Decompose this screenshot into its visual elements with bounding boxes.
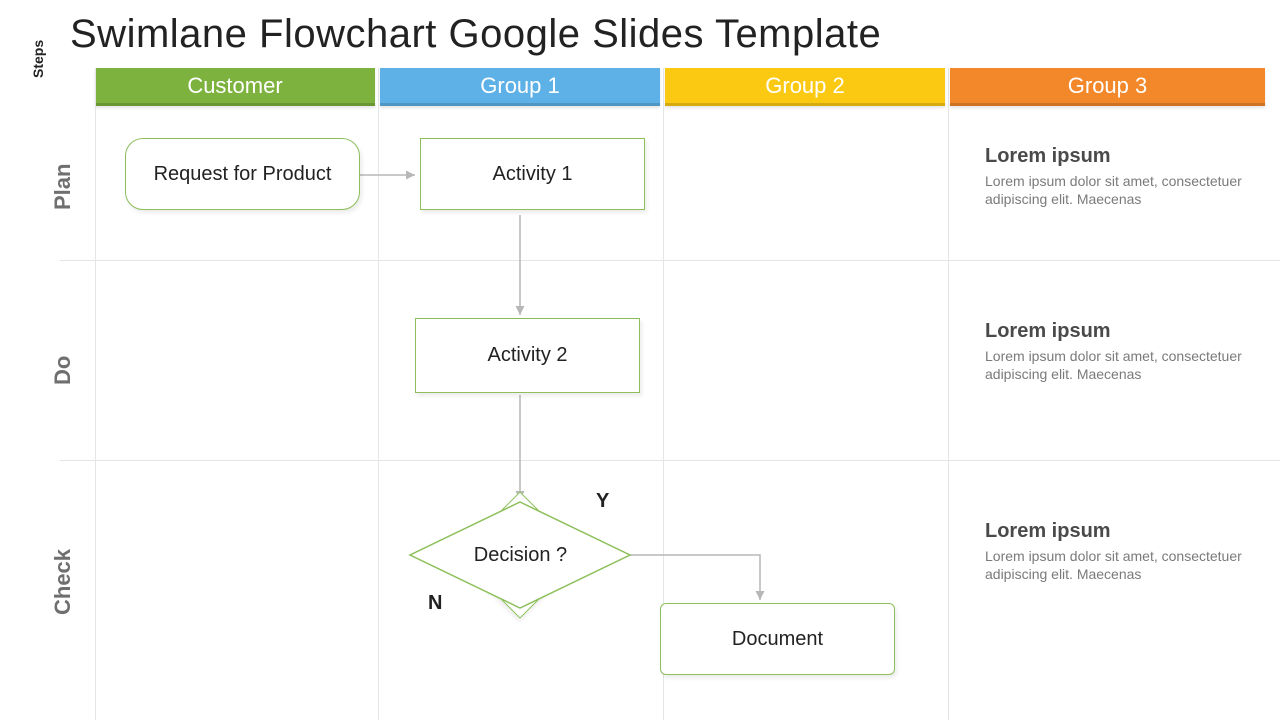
side-text-plan-body: Lorem ipsum dolor sit amet, consectetuer… <box>985 172 1245 208</box>
lane-header-group2: Group 2 <box>665 68 945 106</box>
steps-label: Steps <box>30 40 46 78</box>
node-activity1: Activity 1 <box>420 138 645 210</box>
grid-line <box>95 68 96 720</box>
side-text-check: Lorem ipsum Lorem ipsum dolor sit amet, … <box>985 520 1245 583</box>
decision-no-label: N <box>428 592 442 615</box>
side-text-plan-heading: Lorem ipsum <box>985 145 1245 168</box>
node-activity2: Activity 2 <box>415 318 640 393</box>
grid-line <box>60 260 1280 261</box>
node-activity1-label: Activity 1 <box>492 163 572 186</box>
node-activity2-label: Activity 2 <box>487 344 567 367</box>
side-text-do-body: Lorem ipsum dolor sit amet, consectetuer… <box>985 347 1245 383</box>
lane-header-group3: Group 3 <box>950 68 1265 106</box>
decision-yes-label: Y <box>596 490 609 513</box>
side-text-do-heading: Lorem ipsum <box>985 320 1245 343</box>
grid-line <box>60 460 1280 461</box>
grid-line <box>948 68 949 720</box>
node-decision-label: Decision ? <box>474 544 567 567</box>
row-label-check: Check <box>50 549 76 615</box>
lane-header-customer: Customer <box>95 68 375 106</box>
slide: Swimlane Flowchart Google Slides Templat… <box>0 0 1280 720</box>
node-document: Document <box>660 603 895 675</box>
node-request: Request for Product <box>125 138 360 210</box>
lane-header-group1: Group 1 <box>380 68 660 106</box>
row-label-plan: Plan <box>50 164 76 210</box>
side-text-check-body: Lorem ipsum dolor sit amet, consectetuer… <box>985 547 1245 583</box>
slide-title: Swimlane Flowchart Google Slides Templat… <box>70 12 881 57</box>
node-request-label: Request for Product <box>154 162 332 186</box>
row-label-do: Do <box>50 356 76 385</box>
side-text-do: Lorem ipsum Lorem ipsum dolor sit amet, … <box>985 320 1245 383</box>
node-document-label: Document <box>732 628 823 651</box>
side-text-plan: Lorem ipsum Lorem ipsum dolor sit amet, … <box>985 145 1245 208</box>
grid-line <box>378 68 379 720</box>
side-text-check-heading: Lorem ipsum <box>985 520 1245 543</box>
